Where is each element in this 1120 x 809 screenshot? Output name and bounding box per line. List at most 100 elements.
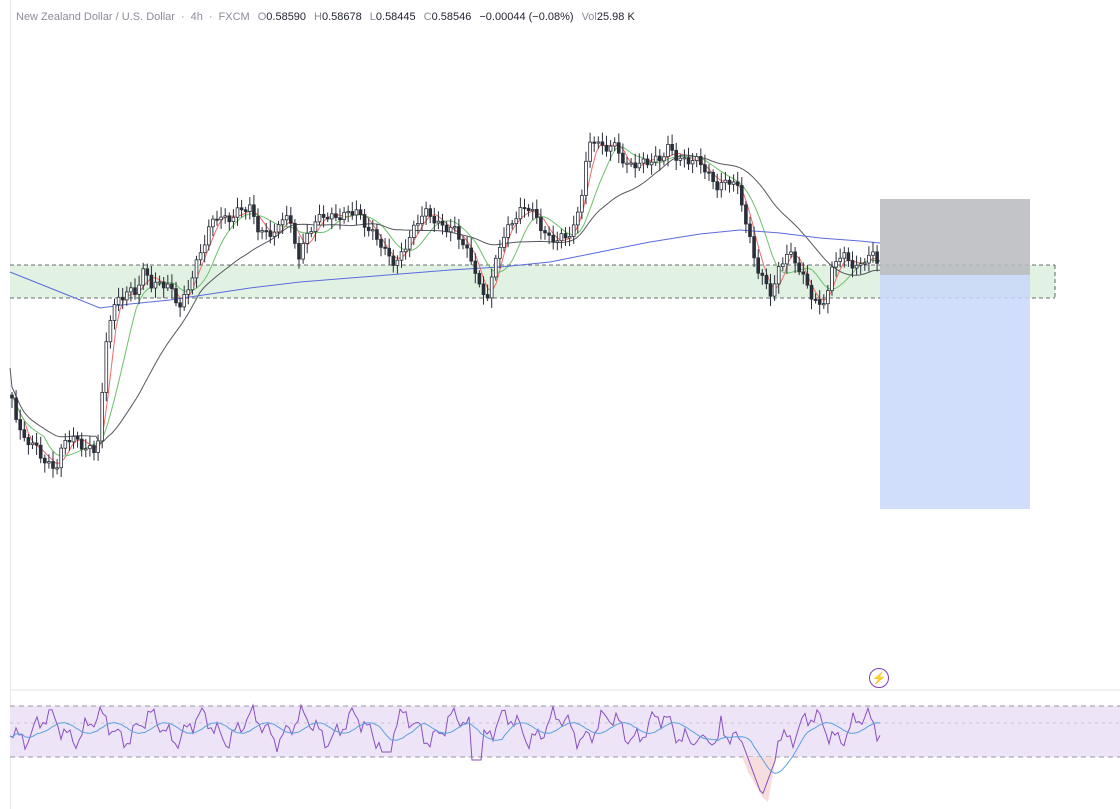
source-label: FXCM xyxy=(218,11,250,23)
candle xyxy=(731,174,736,192)
candle-body xyxy=(461,238,465,246)
candle xyxy=(325,212,330,222)
candle xyxy=(284,205,289,226)
candle xyxy=(735,171,740,195)
candle xyxy=(727,176,732,193)
candle-body xyxy=(366,226,371,232)
candle-body xyxy=(584,160,588,196)
candle-body xyxy=(842,252,847,259)
candle xyxy=(694,153,699,168)
candle-body xyxy=(256,216,260,233)
candle-body xyxy=(243,209,248,212)
candle-body xyxy=(448,226,453,233)
candle-body xyxy=(178,302,182,308)
candle-body xyxy=(272,231,277,237)
candle-body xyxy=(768,283,773,297)
candle xyxy=(420,206,424,231)
candle-body xyxy=(485,294,490,299)
candle-body xyxy=(690,160,695,165)
candle xyxy=(670,134,674,156)
candle-body xyxy=(141,268,146,286)
candle xyxy=(55,459,59,475)
candle xyxy=(338,208,342,230)
candle-body xyxy=(846,252,851,261)
candle xyxy=(227,212,232,231)
candle-body xyxy=(264,230,268,233)
candle-body xyxy=(297,242,301,260)
candle xyxy=(838,248,842,268)
candle-body xyxy=(108,320,113,343)
candle-body xyxy=(510,223,514,226)
candle-body xyxy=(305,232,309,244)
candle-body xyxy=(133,287,137,295)
candle-body xyxy=(854,264,859,269)
candle xyxy=(202,234,207,263)
candle-body xyxy=(604,144,609,152)
candle xyxy=(288,207,293,233)
candle-body xyxy=(826,290,830,305)
candle xyxy=(256,208,260,241)
candle-body xyxy=(88,445,92,450)
candle-body xyxy=(424,208,428,217)
candle-body xyxy=(288,215,293,224)
candle xyxy=(223,208,228,224)
candle-body xyxy=(452,226,457,229)
candle xyxy=(88,436,92,457)
candle-body xyxy=(276,224,281,233)
candle xyxy=(674,143,678,170)
candle-body xyxy=(670,143,674,151)
candle-body xyxy=(740,185,744,206)
candle xyxy=(699,148,703,174)
candle-body xyxy=(756,257,760,274)
candle-body xyxy=(719,182,724,191)
candle-body xyxy=(633,162,637,169)
candle-body xyxy=(186,289,191,295)
candle xyxy=(719,172,724,198)
high-label: H xyxy=(314,11,322,23)
candle xyxy=(576,206,580,234)
moving-average-mid xyxy=(11,145,881,457)
candle xyxy=(633,153,637,178)
candle xyxy=(493,254,498,281)
candle-body xyxy=(801,271,806,275)
candle-body xyxy=(235,207,240,218)
candle-body xyxy=(18,419,22,431)
symbol-name[interactable]: New Zealand Dollar / U.S. Dollar xyxy=(16,11,175,23)
interval-label[interactable]: 4h xyxy=(191,11,203,23)
candle-body xyxy=(612,142,617,147)
candle-body xyxy=(407,236,412,250)
candle xyxy=(600,132,605,155)
candle-body xyxy=(498,246,502,259)
candle xyxy=(686,147,691,170)
candle-body xyxy=(674,149,678,161)
candle-body xyxy=(785,253,789,265)
candle xyxy=(47,454,51,469)
candle-body xyxy=(682,157,687,160)
candle xyxy=(871,242,875,263)
candle-body xyxy=(789,251,793,255)
candle xyxy=(272,223,277,246)
candle-body xyxy=(63,439,68,449)
candle-body xyxy=(10,394,14,399)
lightning-bolt-icon[interactable]: ⚡ xyxy=(869,668,889,688)
position-target-area[interactable] xyxy=(880,275,1030,509)
candle-body xyxy=(174,288,178,304)
candle-body xyxy=(391,255,396,266)
price-chart[interactable] xyxy=(0,0,1120,809)
symbol-legend[interactable]: New Zealand Dollar / U.S. Dollar · 4h · … xyxy=(16,9,635,25)
candle-body xyxy=(387,247,391,257)
legend-separator: · xyxy=(208,11,213,23)
candle-body xyxy=(744,204,748,225)
candle-body xyxy=(645,158,650,166)
candle-body xyxy=(551,234,555,243)
candle-body xyxy=(149,274,154,289)
candle-body xyxy=(14,397,18,420)
candle-body xyxy=(379,238,383,248)
position-stop-area[interactable] xyxy=(880,199,1030,275)
candle-body xyxy=(161,281,166,289)
legend-separator: · xyxy=(180,11,185,23)
high-value: 0.58678 xyxy=(322,11,362,23)
candle-body xyxy=(649,161,654,166)
candle-body xyxy=(157,281,162,284)
candle xyxy=(649,153,654,175)
